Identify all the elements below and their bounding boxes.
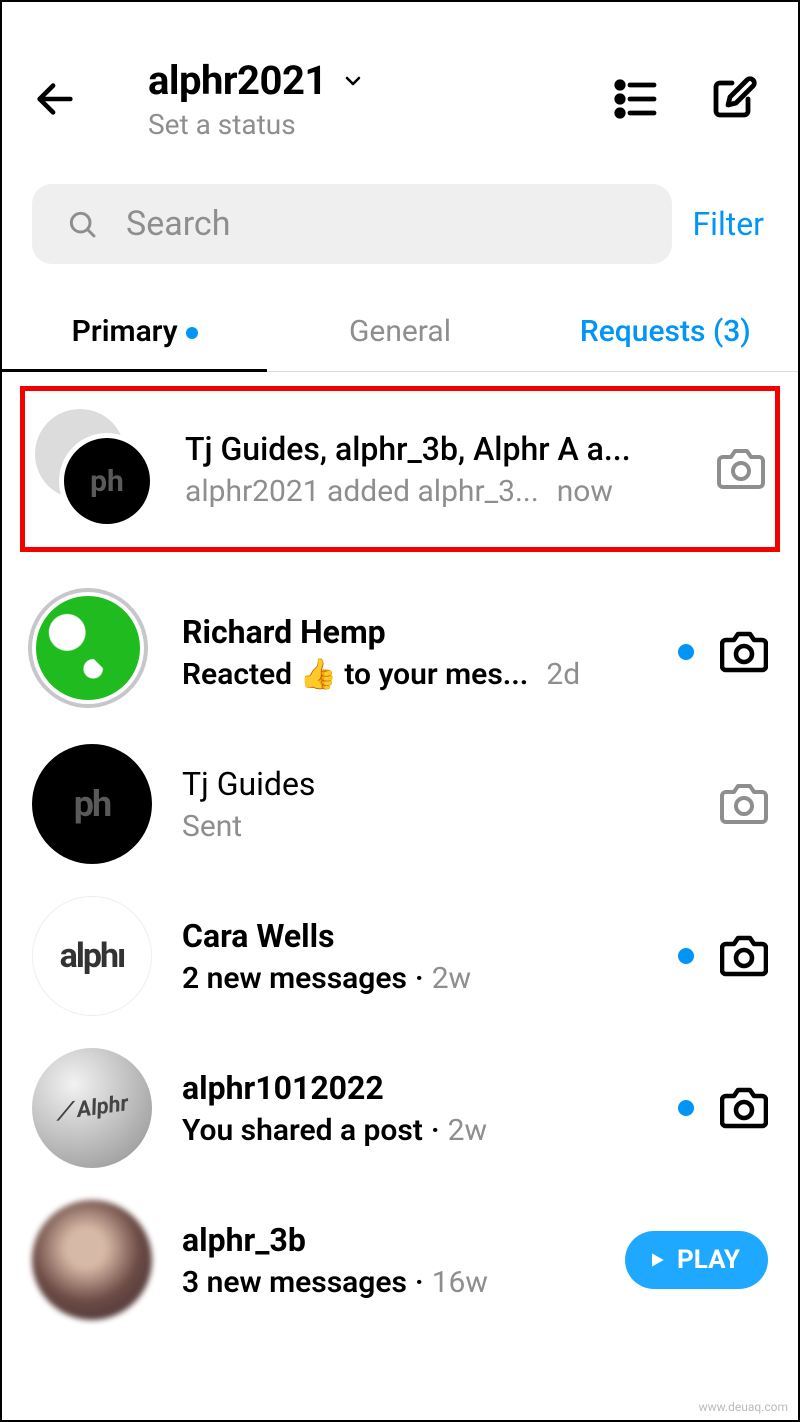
tab-label: General — [349, 314, 451, 349]
camera-icon[interactable] — [717, 445, 765, 493]
unread-indicator-dot — [186, 327, 198, 339]
thread-row[interactable]: Richard Hemp Reacted 👍 to your mes... 2d — [2, 576, 798, 728]
chevron-down-icon — [341, 69, 365, 93]
camera-icon[interactable] — [720, 628, 768, 676]
dm-header: alphr2021 Set a status — [2, 2, 798, 166]
unread-dot — [678, 644, 694, 660]
thread-title: alphr_3b — [182, 1221, 625, 1259]
thread-snippet: You shared a post — [182, 1113, 423, 1148]
search-input[interactable]: Search — [32, 184, 672, 264]
filter-button[interactable]: Filter — [692, 205, 768, 243]
inbox-tabs: Primary General Requests (3) — [2, 314, 798, 372]
compose-message-icon[interactable] — [710, 75, 758, 123]
avatar: alphı — [32, 896, 152, 1016]
thread-row[interactable]: alphı Cara Wells 2 new messages · 2w — [2, 880, 798, 1032]
back-arrow-icon[interactable] — [32, 76, 78, 122]
play-button[interactable]: PLAY — [625, 1231, 768, 1289]
play-label: PLAY — [677, 1245, 740, 1275]
thread-snippet: Reacted 👍 to your mes... — [182, 657, 528, 692]
thread-time: 2d — [546, 657, 580, 692]
thread-time: now — [557, 474, 613, 509]
thread-snippet: 2 new messages — [182, 961, 407, 996]
watermark: www.deuaq.com — [699, 1400, 788, 1414]
thread-row[interactable]: ⟋ Alphr alphr1012022 You shared a post ·… — [2, 1032, 798, 1184]
tab-label: Primary — [72, 314, 178, 349]
thread-snippet: 3 new messages — [182, 1265, 407, 1300]
unread-dot — [678, 948, 694, 964]
camera-icon[interactable] — [720, 932, 768, 980]
username-label: alphr2021 — [148, 57, 327, 104]
thread-title: alphr1012022 — [182, 1069, 668, 1107]
thread-title: Cara Wells — [182, 917, 668, 955]
avatar: ph — [32, 744, 152, 864]
thread-row[interactable]: alphr_3b 3 new messages · 16w PLAY — [2, 1184, 798, 1336]
set-status-link[interactable]: Set a status — [148, 108, 612, 141]
thread-snippet: alphr2021 added alphr_3... — [185, 474, 539, 509]
avatar — [32, 1200, 152, 1320]
message-requests-list-icon[interactable] — [612, 75, 660, 123]
thread-row[interactable]: ph Tj Guides Sent — [2, 728, 798, 880]
unread-dot — [678, 1100, 694, 1116]
search-icon — [66, 208, 98, 240]
tab-requests[interactable]: Requests (3) — [533, 314, 798, 371]
thread-time: 2w — [432, 961, 471, 996]
search-placeholder: Search — [126, 204, 230, 244]
thread-time: 16w — [432, 1265, 488, 1300]
tab-general[interactable]: General — [267, 314, 532, 371]
avatar: ⟋ Alphr — [32, 1048, 152, 1168]
thread-title: Tj Guides, alphr_3b, Alphr A a... — [185, 430, 717, 468]
search-row: Search Filter — [2, 166, 798, 274]
account-switcher[interactable]: alphr2021 Set a status — [148, 57, 612, 141]
thread-row[interactable]: ph Tj Guides, alphr_3b, Alphr A a... alp… — [25, 399, 775, 539]
avatar — [32, 592, 152, 712]
thread-time: 2w — [448, 1113, 487, 1148]
thread-title: Tj Guides — [182, 765, 720, 803]
camera-icon[interactable] — [720, 1084, 768, 1132]
highlighted-thread: ph Tj Guides, alphr_3b, Alphr A a... alp… — [20, 386, 780, 552]
thread-snippet: Sent — [182, 809, 720, 844]
camera-icon[interactable] — [720, 780, 768, 828]
thread-list: ph Tj Guides, alphr_3b, Alphr A a... alp… — [2, 372, 798, 1336]
tab-primary[interactable]: Primary — [2, 314, 267, 371]
thread-title: Richard Hemp — [182, 613, 668, 651]
avatar: ph — [35, 409, 155, 529]
tab-label: Requests (3) — [580, 314, 751, 349]
